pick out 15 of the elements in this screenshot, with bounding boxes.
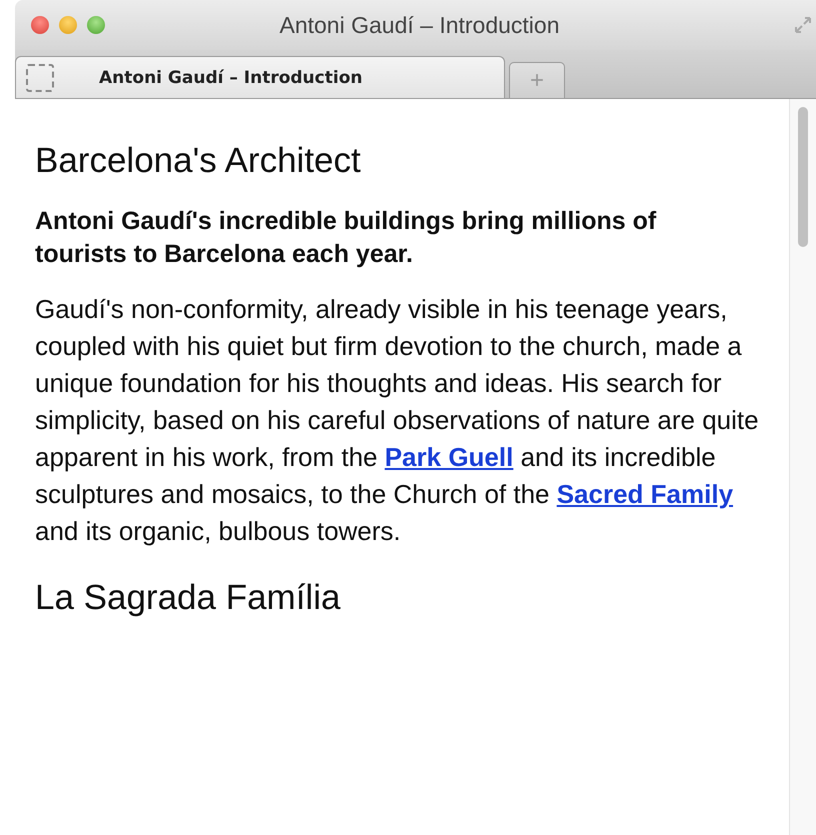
fullscreen-icon[interactable]	[794, 16, 812, 34]
placeholder-icon	[26, 64, 54, 92]
browser-tab[interactable]: Antoni Gaudí – Introduction	[15, 56, 505, 98]
scrollbar-thumb[interactable]	[798, 107, 808, 247]
zoom-button[interactable]	[87, 16, 105, 34]
heading: La Sagrada Família	[35, 578, 342, 618]
lead-paragraph: Antoni Gaudí's incredible buildings bring millions of tourists to Barcelona each year.	[35, 206, 658, 270]
heading: Barcelona's Architect	[35, 141, 362, 181]
tab-label: Antoni Gaudí – Introduction	[99, 68, 362, 88]
link[interactable]: Park Guell	[384, 442, 514, 472]
minimize-button[interactable]	[59, 16, 77, 34]
link[interactable]: Sacred Family	[556, 479, 734, 509]
close-button[interactable]	[31, 16, 49, 34]
window-title: Antoni Gaudí – Introduction	[278, 12, 561, 38]
paragraph: Gaudí's non-conformity, already visible in his teenage years, coupled with his quiet but firm devotion to the church, made a unique foundation for his thoughts and ideas. His search for simplicity, based on his careful observations of nature are quite apparent in his work, from the Park Guell and its incredible sculptures and mosaics, to the Church of the Sacred Family and its organic, bulbous towers.	[35, 293, 760, 548]
